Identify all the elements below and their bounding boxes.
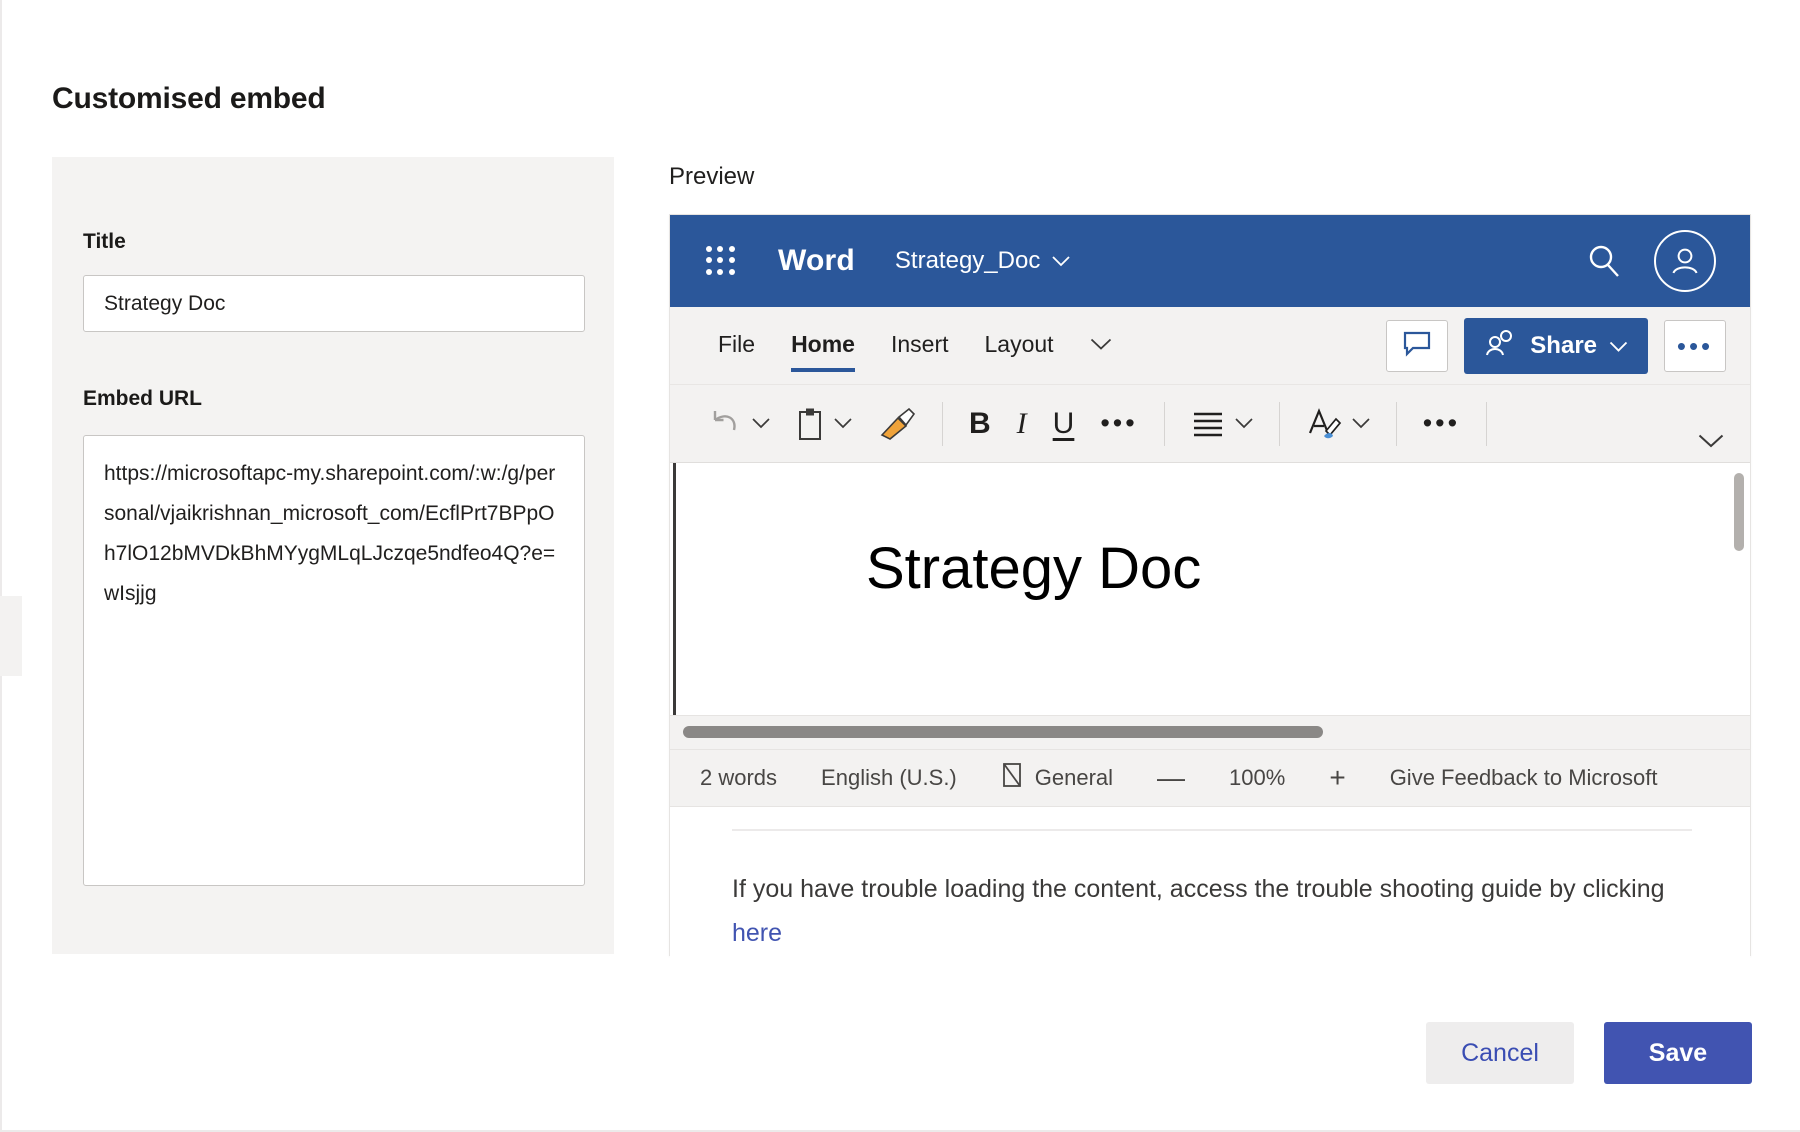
document-name-label: Strategy_Doc [894, 247, 1041, 274]
note-text: If you have trouble loading the content,… [732, 867, 1692, 955]
app-launcher-icon[interactable] [706, 246, 736, 276]
document-vertical-scrollbar[interactable] [1734, 473, 1744, 551]
embed-url-input[interactable]: https://microsoftapc-my.sharepoint.com/:… [83, 435, 585, 886]
share-chevron-down-icon [1609, 332, 1628, 360]
ribbon-collapse-chevron-down-icon[interactable] [1698, 430, 1724, 454]
document-name-button[interactable]: Strategy_Doc [895, 247, 1070, 275]
word-titlebar: Word Strategy_Doc [670, 215, 1750, 307]
align-icon[interactable] [1191, 385, 1253, 463]
more-font-options-icon[interactable]: ••• [1100, 385, 1137, 463]
toolbar-divider [1486, 401, 1488, 446]
comment-button[interactable] [1386, 320, 1449, 372]
bold-icon[interactable]: B [969, 385, 991, 463]
customised-embed-dialog: Customised embed Title Embed URL https:/… [0, 0, 1800, 1132]
styles-chevron-down-icon[interactable] [1352, 413, 1370, 435]
share-label: Share [1530, 332, 1597, 359]
document-horizontal-scrollbar-track[interactable] [670, 715, 1750, 749]
editor-style-indicator[interactable]: General [1001, 762, 1113, 794]
title-field-label: Title [83, 230, 126, 253]
account-avatar-icon[interactable] [1654, 230, 1716, 292]
titlebar-right-actions [1584, 215, 1716, 307]
document-heading: Strategy Doc [866, 536, 1202, 601]
more-paragraph-options-icon[interactable]: ••• [1423, 385, 1460, 463]
paste-icon[interactable] [796, 385, 852, 463]
language-indicator[interactable]: English (U.S.) [821, 765, 957, 791]
cancel-button[interactable]: Cancel [1426, 1022, 1574, 1084]
zoom-out-button[interactable]: — [1157, 762, 1185, 794]
tab-layout[interactable]: Layout [985, 331, 1054, 360]
preview-label: Preview [669, 163, 755, 190]
troubleshoot-here-link[interactable]: here [732, 919, 782, 947]
toolbar-divider [1395, 401, 1397, 446]
chevron-down-icon [1052, 253, 1070, 270]
tab-home[interactable]: Home [791, 331, 855, 372]
underline-icon[interactable]: U [1053, 385, 1075, 463]
embed-url-field-label: Embed URL [83, 387, 203, 410]
format-painter-icon[interactable] [878, 385, 916, 463]
search-icon[interactable] [1584, 241, 1624, 281]
tab-insert[interactable]: Insert [891, 331, 949, 360]
tab-overflow-chevron-down-icon[interactable] [1090, 334, 1112, 357]
word-status-bar: 2 words English (U.S.) General — 100% + … [670, 749, 1750, 807]
troubleshoot-note: If you have trouble loading the content,… [670, 807, 1750, 975]
toolbar-divider [1278, 401, 1280, 446]
editor-style-label: General [1034, 765, 1114, 790]
toolbar-divider [942, 401, 943, 446]
page-title: Customised embed [52, 82, 326, 115]
note-text-body: If you have trouble loading the content,… [732, 875, 1665, 903]
share-button[interactable]: Share [1464, 318, 1648, 374]
ribbon-right-actions: Share ••• [1386, 307, 1726, 385]
share-people-icon [1484, 329, 1518, 364]
comment-icon [1403, 331, 1431, 362]
word-app-name: Word [778, 244, 855, 277]
title-input[interactable] [83, 275, 585, 332]
formatting-toolbar: B I U ••• ••• [670, 385, 1750, 463]
note-divider [732, 829, 1692, 831]
zoom-in-button[interactable]: + [1329, 762, 1345, 794]
undo-icon[interactable] [706, 385, 770, 463]
paste-chevron-down-icon[interactable] [834, 413, 852, 435]
editor-proofing-icon [1001, 762, 1023, 794]
italic-icon[interactable]: I [1017, 385, 1027, 463]
dialog-footer-actions: Cancel Save [1426, 1022, 1752, 1084]
align-chevron-down-icon[interactable] [1235, 413, 1253, 435]
word-count: 2 words [700, 765, 778, 790]
embed-form-panel: Title Embed URL https://microsoftapc-my.… [52, 157, 614, 954]
styles-icon[interactable] [1306, 385, 1370, 463]
more-options-button[interactable]: ••• [1664, 320, 1726, 372]
document-horizontal-scrollbar-thumb[interactable] [683, 726, 1323, 738]
toolbar-divider [1163, 401, 1165, 446]
word-embed-preview: Word Strategy_Doc File Home Insert Layou… [669, 214, 1751, 975]
undo-chevron-down-icon[interactable] [752, 413, 770, 435]
give-feedback-link[interactable]: Give Feedback to Microsoft [1390, 765, 1658, 791]
document-canvas[interactable]: Strategy Doc VJ [673, 463, 1750, 715]
zoom-level[interactable]: 100% [1229, 765, 1285, 791]
ribbon-tab-row: File Home Insert Layout Share ••• [670, 307, 1750, 385]
save-button[interactable]: Save [1604, 1022, 1752, 1084]
tab-file[interactable]: File [718, 331, 755, 360]
